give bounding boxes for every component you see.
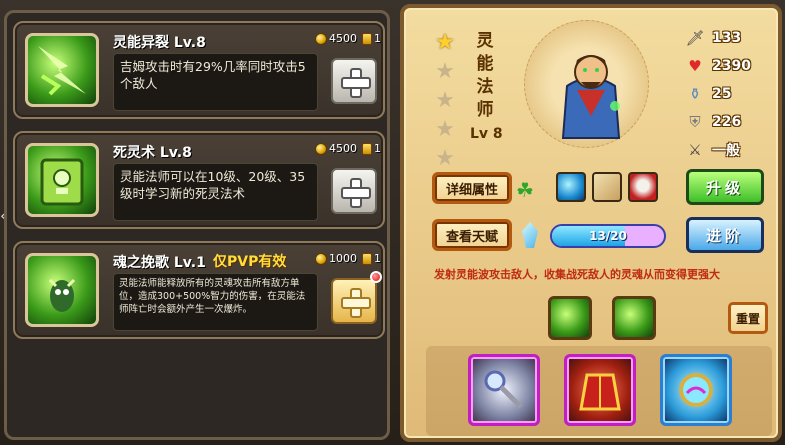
gold-coin-icon bbox=[315, 142, 327, 155]
skill-cost: 4500 1 bbox=[315, 32, 381, 45]
hero-stats: 🗡 133 ♥ 2390 ⚱ 25 ⛨ 226 ⚔ 一般 bbox=[684, 26, 751, 162]
sword-icon: 🗡 bbox=[685, 29, 705, 47]
hero-level: Lv 8 bbox=[470, 126, 503, 142]
stat-value: 25 bbox=[712, 86, 732, 102]
clover-icon: ☘ bbox=[516, 178, 534, 202]
stat-value: 226 bbox=[712, 114, 742, 130]
hero-name: 灵 能 法 师 bbox=[474, 30, 496, 122]
psychic-rift-icon[interactable] bbox=[548, 296, 592, 340]
gold-cost: 4500 bbox=[329, 32, 357, 45]
crossed-swords-icon: ⚔ bbox=[688, 141, 702, 159]
scroll-cost: 1 bbox=[374, 252, 381, 265]
star-icon: ★ bbox=[435, 117, 455, 142]
potion-icon: ⚱ bbox=[688, 85, 702, 103]
hero-portrait bbox=[559, 46, 623, 142]
talent-button[interactable]: 查看天赋 bbox=[432, 219, 512, 251]
hero-stars: ★ ★ ★ ★ ★ bbox=[434, 32, 456, 170]
talent-progress-bar: 13/20 bbox=[550, 224, 666, 248]
crystal-mirror-icon[interactable] bbox=[660, 354, 732, 426]
shield-icon: ⛨ bbox=[689, 113, 701, 131]
scroll-cost: 1 bbox=[374, 142, 381, 155]
stat-value: 2390 bbox=[712, 58, 751, 74]
talent-crystal-icon bbox=[522, 222, 538, 248]
stat-defense: ⛨ 226 bbox=[684, 110, 751, 134]
stat-range: ⚔ 一般 bbox=[684, 138, 751, 162]
hero-name-char: 灵 bbox=[476, 31, 494, 51]
skill-name: 魂之挽歌 Lv.1 bbox=[113, 255, 206, 271]
stat-attack: 🗡 133 bbox=[684, 26, 751, 50]
necromancy-book-icon bbox=[25, 143, 99, 217]
scroll-map-icon[interactable] bbox=[592, 172, 622, 202]
upgrade-skill-button[interactable] bbox=[331, 278, 377, 324]
stat-value: 133 bbox=[712, 30, 742, 46]
game-screen: ‹ 灵能异裂 Lv.8 4500 1 吉姆攻击时有29%几率同时攻击5个敌人 bbox=[0, 0, 785, 445]
upgrade-skill-button[interactable] bbox=[331, 168, 377, 214]
gold-coin-icon bbox=[315, 252, 327, 265]
plus-icon bbox=[341, 178, 371, 208]
star-icon: ★ bbox=[435, 59, 455, 84]
red-robe-icon[interactable] bbox=[564, 354, 636, 426]
soul-requiem-icon bbox=[25, 253, 99, 327]
notification-dot bbox=[370, 271, 382, 283]
pvp-only-tag: 仅PVP有效 bbox=[213, 254, 287, 270]
skill-scroll-icon bbox=[362, 252, 372, 265]
plus-icon bbox=[341, 288, 371, 318]
details-button[interactable]: 详细属性 bbox=[432, 172, 512, 204]
skills-panel: 灵能异裂 Lv.8 4500 1 吉姆攻击时有29%几率同时攻击5个敌人 死灵术 bbox=[4, 10, 390, 440]
stat-magic: ⚱ 25 bbox=[684, 82, 751, 106]
gold-cost: 1000 bbox=[329, 252, 357, 265]
star-icon: ★ bbox=[435, 88, 455, 113]
skill-cost: 1000 1 bbox=[315, 252, 381, 265]
hero-description: 发射灵能波攻击敌人，收集战死敌人的灵魂从而变得更强大 bbox=[434, 268, 720, 281]
skill-description: 灵能法师能释放所有的灵魂攻击所有敌方单位，造成300+500%智力的伤害，在灵能… bbox=[113, 273, 318, 331]
hero-name-char: 能 bbox=[476, 54, 494, 74]
skill-name: 死灵术 Lv.8 bbox=[113, 145, 192, 161]
skill-cost: 4500 1 bbox=[315, 142, 381, 155]
star-icon: ★ bbox=[435, 30, 455, 55]
skill-description: 吉姆攻击时有29%几率同时攻击5个敌人 bbox=[113, 53, 318, 111]
star-icon: ★ bbox=[435, 146, 455, 171]
skill-card-necromancy: 死灵术 Lv.8 4500 1 灵能法师可以在10级、20级、35级时学习新的死… bbox=[13, 131, 385, 229]
magic-scepter-icon[interactable] bbox=[468, 354, 540, 426]
progress-text: 13/20 bbox=[589, 229, 627, 243]
skull-banner-icon[interactable] bbox=[628, 172, 658, 202]
stat-health: ♥ 2390 bbox=[684, 54, 751, 78]
reset-button[interactable]: 重置 bbox=[728, 302, 768, 334]
hero-name-char: 师 bbox=[476, 100, 494, 120]
gold-cost: 4500 bbox=[329, 142, 357, 155]
advance-button[interactable]: 进阶 bbox=[686, 217, 764, 253]
psychic-rift-icon bbox=[25, 33, 99, 107]
stat-value: 一般 bbox=[712, 143, 740, 159]
skill-scroll-icon bbox=[362, 142, 372, 155]
upgrade-button[interactable]: 升级 bbox=[686, 169, 764, 205]
hero-name-char: 法 bbox=[476, 77, 494, 97]
skill-card-psychic-rift: 灵能异裂 Lv.8 4500 1 吉姆攻击时有29%几率同时攻击5个敌人 bbox=[13, 21, 385, 119]
hero-panel: ★ ★ ★ ★ ★ 灵 能 法 师 Lv 8 🗡 133 ♥ 2390 ⚱ 25… bbox=[400, 4, 782, 442]
skill-scroll-icon bbox=[362, 32, 372, 45]
plus-icon bbox=[341, 68, 371, 98]
heart-icon: ♥ bbox=[688, 57, 702, 75]
gold-coin-icon bbox=[315, 32, 327, 45]
necromancy-book-icon[interactable] bbox=[612, 296, 656, 340]
crystal-ball-icon[interactable] bbox=[556, 172, 586, 202]
upgrade-skill-button[interactable] bbox=[331, 58, 377, 104]
skill-card-soul-requiem: 魂之挽歌 Lv.1 仅PVP有效 1000 1 灵能法师能释放所有的灵魂攻击所有… bbox=[13, 241, 385, 339]
skill-description: 灵能法师可以在10级、20级、35级时学习新的死灵法术 bbox=[113, 163, 318, 221]
skill-name: 灵能异裂 Lv.8 bbox=[113, 35, 206, 51]
scroll-cost: 1 bbox=[374, 32, 381, 45]
